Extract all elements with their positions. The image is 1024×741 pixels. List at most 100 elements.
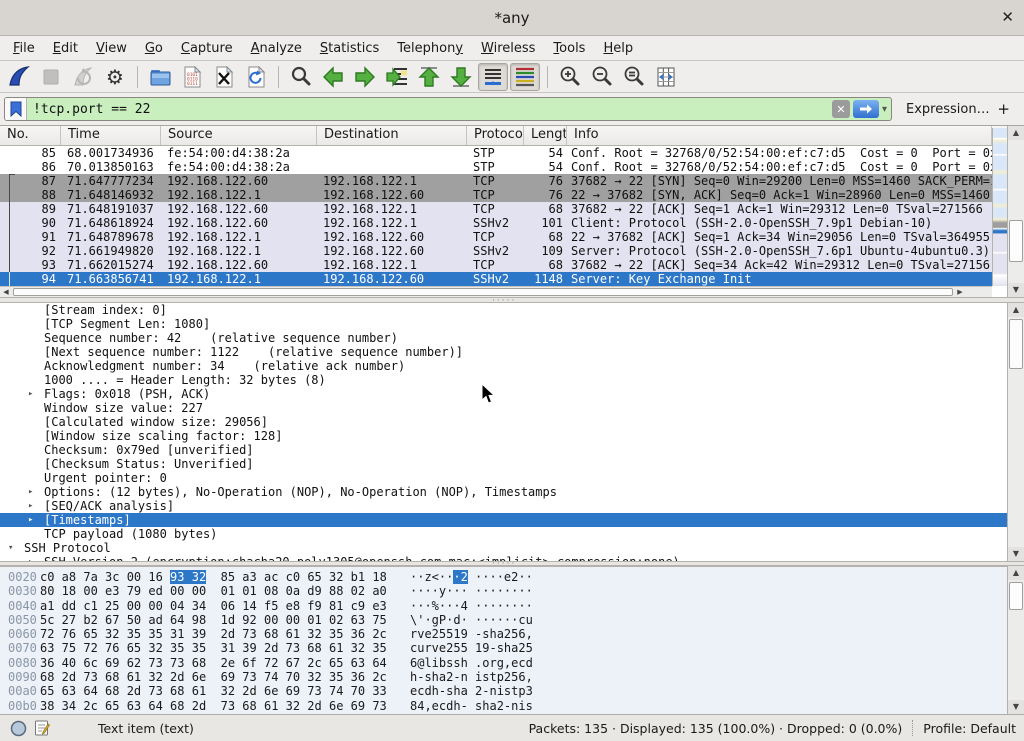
details-scrollbar[interactable]: ▲ ▼	[1007, 303, 1024, 561]
zoom-reset-button[interactable]	[619, 63, 649, 91]
details-scroll-thumb[interactable]	[1009, 319, 1023, 369]
packet-row-88[interactable]: 8871.648146932192.168.122.1192.168.122.6…	[0, 188, 1024, 202]
hex-row[interactable]: 007063 75 72 76 65 32 35 35 31 39 2d 73 …	[0, 641, 1024, 655]
hex-row[interactable]: 00a065 63 64 68 2d 73 68 61 32 2d 6e 69 …	[0, 684, 1024, 698]
detail-line[interactable]: Window size value: 227	[0, 401, 1024, 415]
detail-line[interactable]: [TCP Segment Len: 1080]	[0, 317, 1024, 331]
auto-scroll-button[interactable]	[478, 63, 508, 91]
hex-row[interactable]: 009068 2d 73 68 61 32 2d 6e 69 73 74 70 …	[0, 670, 1024, 684]
detail-line[interactable]: [Stream index: 0]	[0, 303, 1024, 317]
hex-row[interactable]: 006072 76 65 32 35 35 31 39 2d 73 68 61 …	[0, 627, 1024, 641]
packet-row-91[interactable]: 9171.648789678192.168.122.1192.168.122.6…	[0, 230, 1024, 244]
menu-view[interactable]: View	[87, 38, 136, 59]
menu-help[interactable]: Help	[594, 38, 642, 59]
scroll-down-icon[interactable]: ▼	[1008, 700, 1024, 714]
add-filter-button[interactable]: +	[997, 100, 1010, 118]
open-file-button[interactable]	[145, 63, 175, 91]
column-header-info[interactable]: Info	[567, 126, 992, 145]
menu-edit[interactable]: Edit	[44, 38, 87, 59]
column-header-source[interactable]: Source	[161, 126, 317, 145]
packet-list-header[interactable]: No. Time Source Destination Protocol Len…	[0, 126, 1024, 146]
column-header-time[interactable]: Time	[61, 126, 161, 145]
capture-comment-icon[interactable]	[34, 719, 50, 737]
detail-line[interactable]: TCP payload (1080 bytes)	[0, 527, 1024, 541]
save-file-button[interactable]: 010101100111	[177, 63, 207, 91]
packet-row-85[interactable]: 8568.001734936fe:54:00:d4:38:2aSTP54Conf…	[0, 146, 1024, 160]
scroll-up-icon[interactable]: ▲	[1008, 303, 1024, 317]
title-bar[interactable]: *any ✕	[0, 0, 1024, 36]
hex-row[interactable]: 0040a1 dd c1 25 00 00 04 34 06 14 f5 e8 …	[0, 599, 1024, 613]
detail-line-options[interactable]: ▸Options: (12 bytes), No-Operation (NOP)…	[0, 485, 1024, 499]
packet-row-89[interactable]: 8971.648191037192.168.122.60192.168.122.…	[0, 202, 1024, 216]
hex-row[interactable]: 003080 18 00 e3 79 ed 00 00 01 01 08 0a …	[0, 584, 1024, 598]
column-header-no[interactable]: No.	[0, 126, 61, 145]
scroll-down-icon[interactable]: ▼	[1008, 283, 1024, 297]
resize-columns-button[interactable]	[651, 63, 681, 91]
menu-wireless[interactable]: Wireless	[472, 38, 544, 59]
clear-filter-button[interactable]: ✕	[832, 100, 850, 118]
detail-line[interactable]: Urgent pointer: 0	[0, 471, 1024, 485]
menu-tools[interactable]: Tools	[544, 38, 594, 59]
start-capture-button[interactable]	[4, 63, 34, 91]
menu-statistics[interactable]: Statistics	[311, 38, 388, 59]
scroll-up-icon[interactable]: ▲	[1008, 566, 1024, 580]
packet-list-scroll-thumb[interactable]	[1009, 220, 1023, 262]
filter-bookmark-button[interactable]	[5, 98, 27, 120]
scroll-right-icon[interactable]: ▶	[954, 287, 966, 297]
go-to-packet-button[interactable]	[382, 63, 412, 91]
detail-line-seq-ack[interactable]: ▸[SEQ/ACK analysis]	[0, 499, 1024, 513]
apply-filter-button[interactable]	[853, 100, 879, 118]
hex-row[interactable]: 00505c 27 b2 67 50 ad 64 98 1d 92 00 00 …	[0, 613, 1024, 627]
scroll-down-icon[interactable]: ▼	[1008, 547, 1024, 561]
packet-row-93[interactable]: 9371.662015274192.168.122.60192.168.122.…	[0, 258, 1024, 272]
colorize-button[interactable]	[510, 63, 540, 91]
menu-analyze[interactable]: Analyze	[242, 38, 311, 59]
zoom-out-button[interactable]	[587, 63, 617, 91]
menu-file[interactable]: File	[4, 38, 44, 59]
scroll-left-icon[interactable]: ◀	[0, 287, 12, 297]
hex-scrollbar[interactable]: ▲ ▼	[1007, 566, 1024, 714]
reload-file-button[interactable]	[241, 63, 271, 91]
previous-packet-button[interactable]	[318, 63, 348, 91]
hex-row[interactable]: 008036 40 6c 69 62 73 73 68 2e 6f 72 67 …	[0, 656, 1024, 670]
detail-line[interactable]: [Checksum Status: Unverified]	[0, 457, 1024, 471]
packet-list-hscroll-thumb[interactable]	[13, 288, 953, 296]
hex-row[interactable]: 00b038 34 2c 65 63 64 68 2d 73 68 61 32 …	[0, 699, 1024, 713]
menu-go[interactable]: Go	[136, 38, 172, 59]
close-file-button[interactable]	[209, 63, 239, 91]
column-header-protocol[interactable]: Protocol	[467, 126, 524, 145]
detail-line-timestamps-selected[interactable]: ▸[Timestamps]	[0, 513, 1024, 527]
packet-row-86[interactable]: 8670.013850163fe:54:00:d4:38:2aSTP54Conf…	[0, 160, 1024, 174]
expert-info-icon[interactable]	[10, 720, 27, 737]
profile-status[interactable]: Profile: Default	[923, 721, 1016, 736]
packet-row-87[interactable]: 8771.647777234192.168.122.60192.168.122.…	[0, 174, 1024, 188]
capture-options-button[interactable]: ⚙	[100, 63, 130, 91]
detail-line[interactable]: Checksum: 0x79ed [unverified]	[0, 443, 1024, 457]
display-filter-field[interactable]: ✕ ▾	[4, 97, 892, 121]
detail-line[interactable]: Acknowledgment number: 34 (relative ack …	[0, 359, 1024, 373]
packet-row-90[interactable]: 9071.648618924192.168.122.60192.168.122.…	[0, 216, 1024, 230]
hex-row[interactable]: 0020c0 a8 7a 3c 00 16 93 32 85 a3 ac c0 …	[0, 570, 1024, 584]
detail-line[interactable]: Sequence number: 42 (relative sequence n…	[0, 331, 1024, 345]
detail-line[interactable]: [Next sequence number: 1122 (relative se…	[0, 345, 1024, 359]
detail-line[interactable]: 1000 .... = Header Length: 32 bytes (8)	[0, 373, 1024, 387]
detail-line-ssh-protocol[interactable]: ▾SSH Protocol	[0, 541, 1024, 555]
detail-line[interactable]: [Calculated window size: 29056]	[0, 415, 1024, 429]
column-header-destination[interactable]: Destination	[317, 126, 467, 145]
packet-list-scrollbar[interactable]: ▲ ▼	[1007, 126, 1024, 297]
next-packet-button[interactable]	[350, 63, 380, 91]
packet-list-minimap[interactable]	[992, 128, 1007, 286]
packet-row-94-selected[interactable]: 9471.663856741192.168.122.1192.168.122.6…	[0, 272, 1024, 286]
detail-line[interactable]: [Window size scaling factor: 128]	[0, 429, 1024, 443]
zoom-in-button[interactable]	[555, 63, 585, 91]
scroll-up-icon[interactable]: ▲	[1008, 126, 1024, 140]
packet-row-92[interactable]: 9271.661949820192.168.122.1192.168.122.6…	[0, 244, 1024, 258]
last-packet-button[interactable]	[446, 63, 476, 91]
first-packet-button[interactable]	[414, 63, 444, 91]
display-filter-input[interactable]	[27, 102, 832, 117]
column-header-length[interactable]: Length	[524, 126, 567, 145]
hex-scroll-thumb[interactable]	[1009, 582, 1023, 610]
menu-capture[interactable]: Capture	[172, 38, 242, 59]
detail-line-flags[interactable]: ▸Flags: 0x018 (PSH, ACK)	[0, 387, 1024, 401]
filter-history-dropdown-icon[interactable]: ▾	[882, 104, 887, 115]
